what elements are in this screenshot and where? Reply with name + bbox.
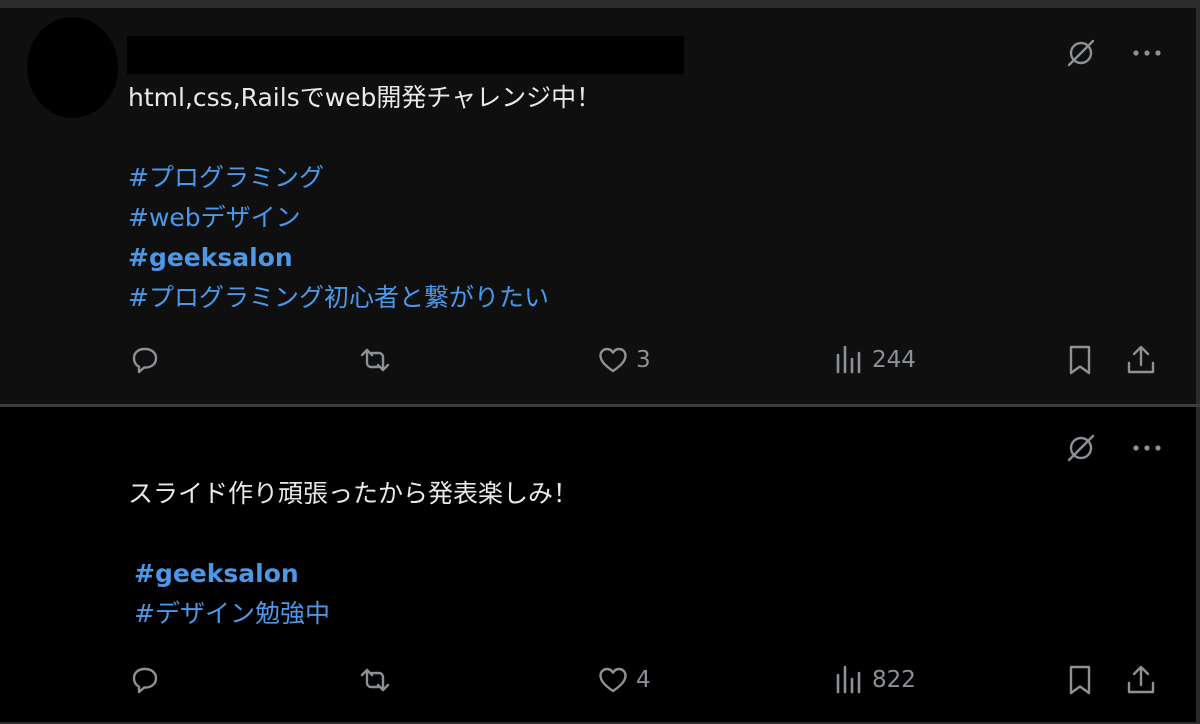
views-icon (836, 665, 861, 694)
post-top-actions (1064, 431, 1162, 465)
hashtag-link[interactable]: #プログラミング初心者と繋がりたい (128, 278, 1136, 318)
hashtag-link[interactable]: #webデザイン (128, 198, 1136, 238)
bookmark-icon (1069, 345, 1091, 375)
like-count: 4 (636, 667, 651, 693)
bookmark-button[interactable] (1063, 660, 1097, 700)
views-icon (836, 345, 861, 374)
like-icon (599, 667, 627, 693)
post-text: html,css,Railsでweb開発チャレンジ中！ #プログラミング #we… (128, 78, 1136, 318)
post-body: スライド作り頑張ったから発表楽しみ！ (128, 479, 579, 508)
reply-icon (132, 347, 158, 374)
grok-icon[interactable] (1064, 431, 1098, 465)
like-button[interactable]: 4 (596, 660, 651, 700)
redacted-username (127, 36, 684, 74)
share-button[interactable] (1124, 340, 1158, 380)
hashtag-link[interactable]: #デザイン勉強中 (128, 594, 1136, 634)
view-count: 822 (872, 667, 916, 693)
bookmark-icon (1069, 665, 1091, 695)
post-action-bar: 3 244 (128, 340, 1160, 380)
views-button[interactable]: 822 (832, 660, 916, 700)
timeline: html,css,Railsでweb開発チャレンジ中！ #プログラミング #we… (0, 0, 1200, 724)
post-top-actions (1064, 36, 1162, 70)
like-count: 3 (636, 347, 651, 373)
post-body: html,css,Railsでweb開発チャレンジ中！ (128, 83, 602, 112)
post-text: スライド作り頑張ったから発表楽しみ！ #geeksalon #デザイン勉強中 (128, 474, 1136, 634)
more-icon[interactable] (1132, 444, 1162, 452)
views-button[interactable]: 244 (832, 340, 916, 380)
bookmark-button[interactable] (1063, 340, 1097, 380)
like-icon (599, 347, 627, 373)
share-button[interactable] (1124, 660, 1158, 700)
retweet-button[interactable] (358, 340, 392, 380)
share-icon (1127, 345, 1155, 374)
view-count: 244 (872, 347, 916, 373)
post-action-bar: 4 822 (128, 660, 1160, 700)
grok-icon[interactable] (1064, 36, 1098, 70)
share-icon (1127, 665, 1155, 694)
retweet-icon (360, 348, 390, 372)
reply-button[interactable] (128, 660, 162, 700)
hashtag-link[interactable]: #geeksalon (128, 238, 1136, 278)
retweet-icon (360, 668, 390, 692)
hashtag-link[interactable]: #プログラミング (128, 158, 1136, 198)
retweet-button[interactable] (358, 660, 392, 700)
reply-button[interactable] (128, 340, 162, 380)
avatar[interactable] (27, 17, 118, 118)
post[interactable]: スライド作り頑張ったから発表楽しみ！ #geeksalon #デザイン勉強中 4… (0, 407, 1196, 722)
more-icon[interactable] (1132, 49, 1162, 57)
post[interactable]: html,css,Railsでweb開発チャレンジ中！ #プログラミング #we… (0, 8, 1196, 404)
like-button[interactable]: 3 (596, 340, 651, 380)
reply-icon (132, 667, 158, 694)
hashtag-link[interactable]: #geeksalon (128, 554, 1136, 594)
